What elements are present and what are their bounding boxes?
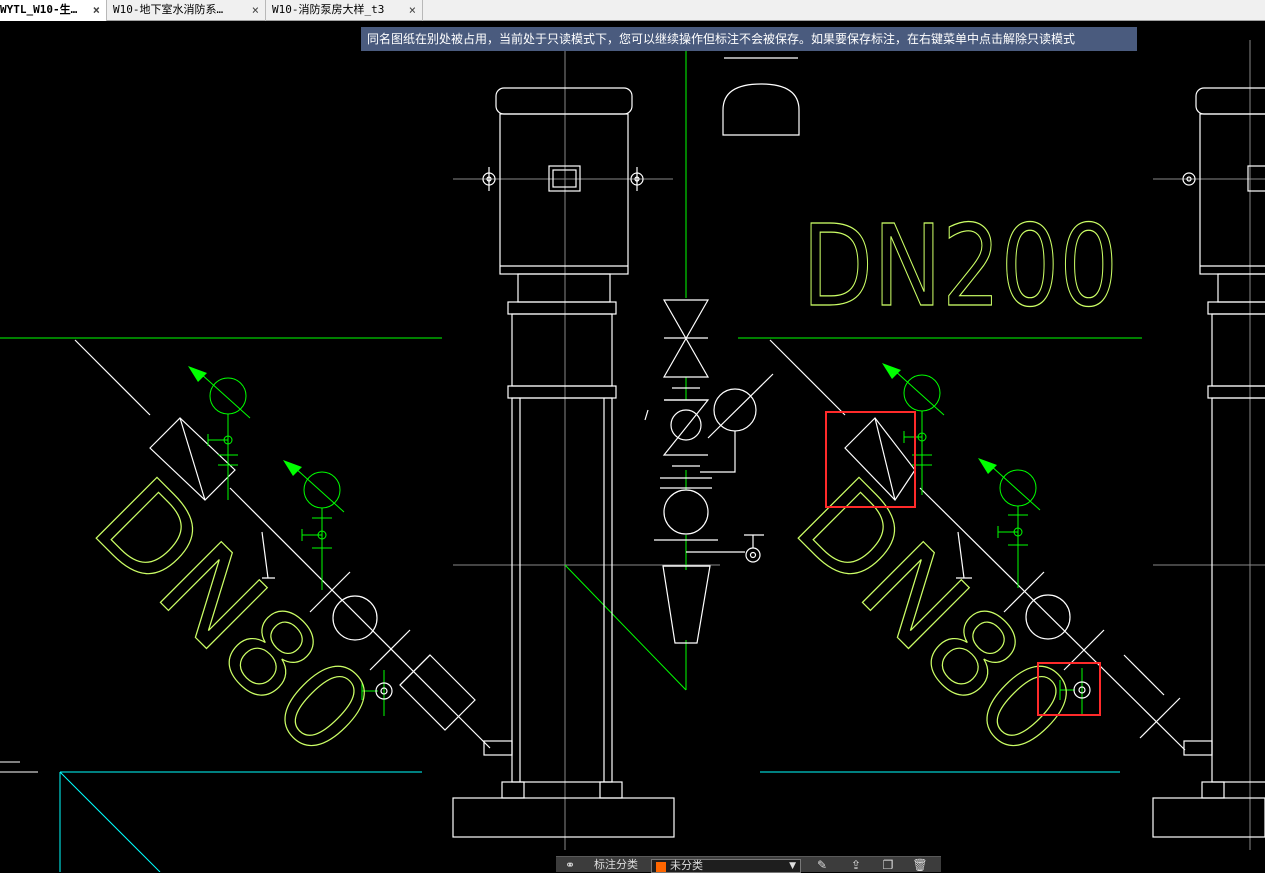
dn200-label: DN200 (802, 202, 1118, 332)
center-lines (453, 40, 1265, 850)
readonly-notice: 同名图纸在别处被占用，当前处于只读模式下，您可以继续操作但标注不会被保存。如果要… (361, 27, 1137, 51)
gauge-arrows-left (188, 366, 302, 476)
tab-basement-fire-system[interactable]: W10-地下室水消防系… × (107, 0, 266, 21)
tab-pump-room-detail[interactable]: W10-消防泵房大样_t3 × (266, 0, 423, 21)
category-label: 标注分类 (594, 858, 638, 871)
valve-train (644, 299, 774, 644)
pen-icon[interactable]: ✎ (814, 857, 830, 873)
category-select[interactable]: 未分类 ▼ (651, 859, 801, 873)
close-icon[interactable]: × (409, 0, 416, 20)
vertical-pump (452, 87, 675, 838)
vertical-pump-right (1152, 87, 1265, 838)
tab-label: W10-消防泵房大样_t3 (272, 3, 385, 16)
trash-icon[interactable]: 🗑 (912, 857, 928, 873)
share-icon[interactable]: ⇪ (848, 857, 864, 873)
category-value: 未分类 (670, 859, 703, 872)
dn80-label-left: DN80 (68, 452, 398, 782)
cad-canvas[interactable]: DN200 DN80 DN80 (0, 21, 1265, 872)
close-icon[interactable]: × (252, 0, 259, 20)
top-fittings (722, 57, 800, 136)
copy-icon[interactable]: ❐ (880, 857, 896, 873)
chevron-down-icon: ▼ (789, 861, 796, 871)
tab-wytl-w10[interactable]: WYTL_W10-生… × (0, 0, 107, 21)
annotation-toolbar: ⚭ 标注分类 未分类 ▼ ✎ ⇪ ❐ 🗑 (556, 856, 941, 873)
group-icon[interactable]: ⚭ (562, 857, 578, 873)
gauge-arrows-right (882, 363, 997, 474)
tab-label: WYTL_W10-生… (0, 3, 78, 16)
edge-marks (0, 761, 38, 773)
close-icon[interactable]: × (93, 0, 100, 20)
tab-bar: WYTL_W10-生… × W10-地下室水消防系… × W10-消防泵房大样_… (0, 0, 1265, 21)
color-swatch (656, 862, 666, 872)
tab-label: W10-地下室水消防系… (113, 3, 224, 16)
